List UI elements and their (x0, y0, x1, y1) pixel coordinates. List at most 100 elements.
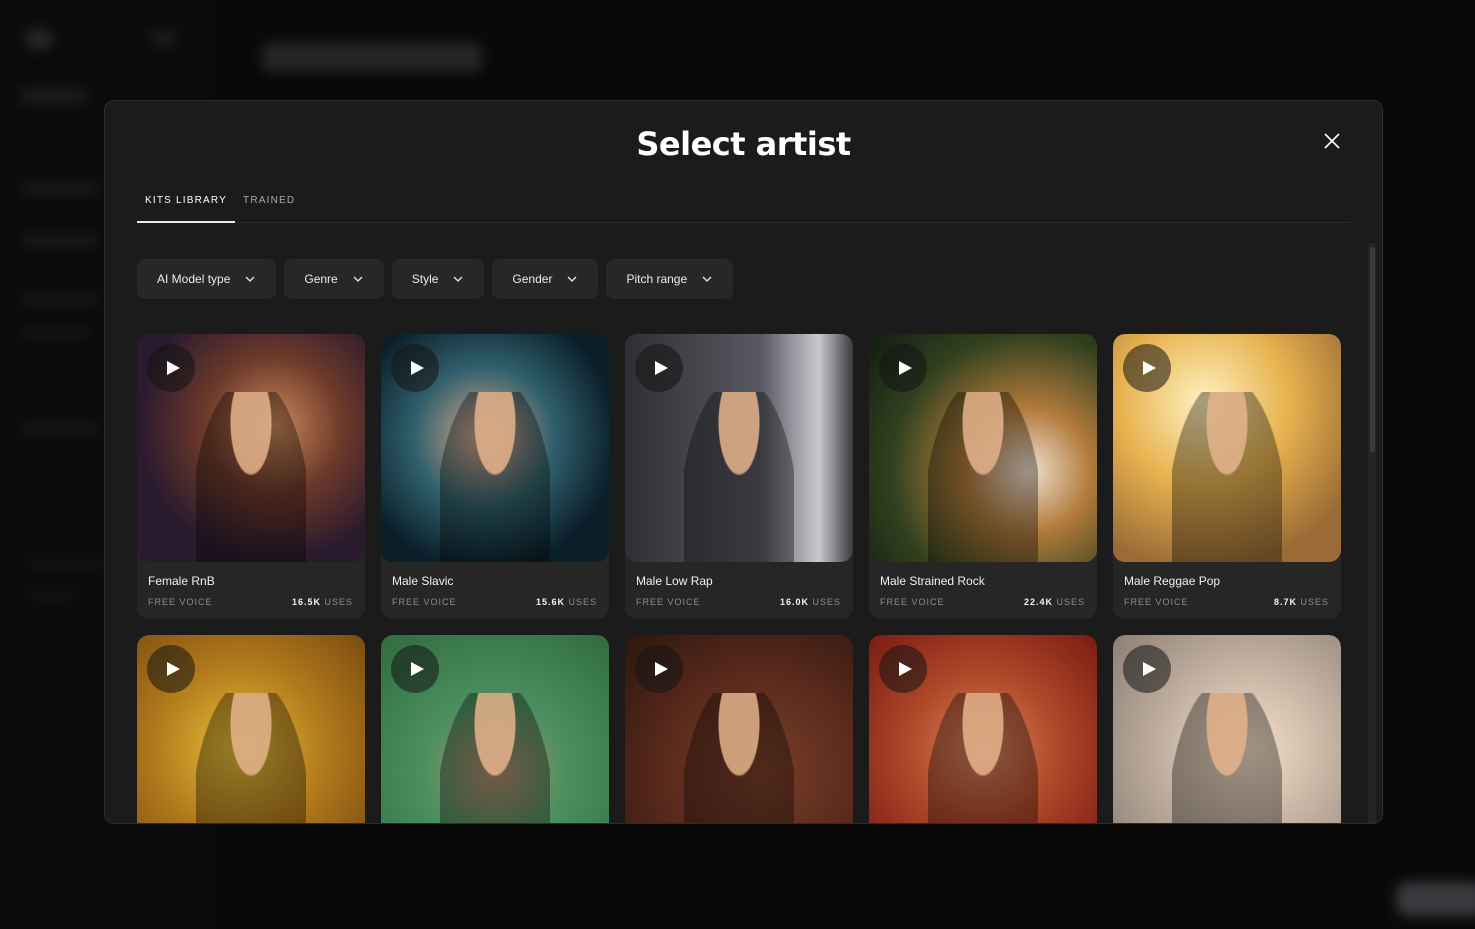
artist-image (625, 635, 853, 823)
play-button[interactable] (1123, 645, 1171, 693)
play-button[interactable] (1123, 344, 1171, 392)
filter-label: Genre (304, 272, 338, 286)
artist-image (1113, 635, 1341, 823)
artist-figure (440, 693, 550, 823)
artist-figure (684, 693, 794, 823)
artist-voice-type: FREE VOICE (148, 597, 213, 607)
play-icon (410, 361, 424, 375)
filter-label: AI Model type (157, 272, 231, 286)
uses-count: 15.6K (535, 597, 565, 607)
play-button[interactable] (147, 645, 195, 693)
artist-uses: 15.6K USES (536, 597, 597, 607)
select-artist-modal: Select artist KITS LIBRARY TRAINED AI Mo… (104, 100, 1383, 824)
modal-title: Select artist (636, 125, 851, 163)
artist-voice-type: FREE VOICE (1124, 597, 1189, 607)
play-icon (1142, 361, 1156, 375)
artist-figure (1172, 693, 1282, 823)
uses-count: 16.0K (779, 597, 809, 607)
artist-name: Male Slavic (392, 574, 454, 588)
artist-figure (1172, 392, 1282, 562)
artist-card[interactable] (137, 635, 365, 823)
artist-card[interactable]: Male Reggae Pop FREE VOICE 8.7K USES (1113, 334, 1341, 619)
artist-card[interactable]: Male Low Rap FREE VOICE 16.0K USES (625, 334, 853, 619)
filter-ai-model-type[interactable]: AI Model type (137, 259, 277, 299)
filter-label: Gender (512, 272, 553, 286)
artist-card[interactable] (1113, 635, 1341, 823)
artist-name: Female RnB (148, 574, 215, 588)
uses-label: USES (324, 597, 353, 607)
play-button[interactable] (391, 344, 439, 392)
uses-label: USES (568, 597, 597, 607)
tab-bar: KITS LIBRARY TRAINED (137, 189, 1350, 223)
artist-uses: 22.4K USES (1024, 597, 1085, 607)
tab-kits-library[interactable]: KITS LIBRARY (137, 189, 236, 223)
play-icon (898, 662, 912, 676)
artist-image (869, 635, 1097, 823)
scrollbar-thumb[interactable] (1370, 247, 1375, 453)
filter-pitch-range[interactable]: Pitch range (606, 259, 734, 299)
play-button[interactable] (635, 645, 683, 693)
play-icon (654, 361, 668, 375)
chevron-down-icon (353, 276, 363, 282)
artist-card[interactable]: Female RnB FREE VOICE 16.5K USES (137, 334, 365, 619)
filter-label: Style (411, 272, 439, 286)
artist-name: Male Low Rap (636, 574, 713, 588)
artist-card[interactable] (869, 635, 1097, 823)
play-button[interactable] (879, 645, 927, 693)
uses-count: 22.4K (1023, 597, 1053, 607)
chevron-down-icon (453, 276, 463, 282)
play-icon (898, 361, 912, 375)
artist-voice-type: FREE VOICE (880, 597, 945, 607)
artist-grid: Female RnB FREE VOICE 16.5K USES Male Sl… (137, 334, 1341, 823)
uses-count: 16.5K (291, 597, 321, 607)
scrollbar[interactable] (1368, 243, 1376, 823)
uses-label: USES (1300, 597, 1329, 607)
filter-genre[interactable]: Genre (284, 259, 384, 299)
filter-bar: AI Model type Genre Style Gender Pitch r… (137, 259, 734, 299)
artist-uses: 16.5K USES (292, 597, 353, 607)
artist-image (1113, 334, 1341, 562)
close-icon (1324, 133, 1340, 149)
artist-figure (684, 392, 794, 562)
play-icon (410, 662, 424, 676)
artist-name: Male Strained Rock (880, 574, 985, 588)
filter-style[interactable]: Style (391, 259, 485, 299)
artist-figure (928, 693, 1038, 823)
artist-card[interactable]: Male Strained Rock FREE VOICE 22.4K USES (869, 334, 1097, 619)
artist-card[interactable] (381, 635, 609, 823)
artist-card[interactable]: Male Slavic FREE VOICE 15.6K USES (381, 334, 609, 619)
play-button[interactable] (635, 344, 683, 392)
chevron-down-icon (702, 276, 712, 282)
artist-image (869, 334, 1097, 562)
artist-image (381, 635, 609, 823)
artist-uses: 16.0K USES (780, 597, 841, 607)
play-icon (166, 662, 180, 676)
tab-trained[interactable]: TRAINED (235, 189, 303, 223)
artist-name: Male Reggae Pop (1124, 574, 1221, 588)
artist-voice-type: FREE VOICE (636, 597, 701, 607)
play-button[interactable] (147, 344, 195, 392)
uses-label: USES (1056, 597, 1085, 607)
artist-image (137, 334, 365, 562)
chevron-down-icon (245, 276, 255, 282)
artist-card[interactable] (625, 635, 853, 823)
filter-gender[interactable]: Gender (492, 259, 599, 299)
play-button[interactable] (879, 344, 927, 392)
uses-label: USES (812, 597, 841, 607)
play-icon (1142, 662, 1156, 676)
play-button[interactable] (391, 645, 439, 693)
artist-figure (928, 392, 1038, 562)
filter-label: Pitch range (626, 272, 688, 286)
artist-image (381, 334, 609, 562)
close-button[interactable] (1322, 131, 1342, 151)
artist-image (625, 334, 853, 562)
artist-figure (196, 693, 306, 823)
play-icon (654, 662, 668, 676)
artist-uses: 8.7K USES (1274, 597, 1329, 607)
artist-figure (440, 392, 550, 562)
artist-image (137, 635, 365, 823)
artist-figure (196, 392, 306, 562)
uses-count: 8.7K (1273, 597, 1297, 607)
artist-voice-type: FREE VOICE (392, 597, 457, 607)
chevron-down-icon (567, 276, 577, 282)
